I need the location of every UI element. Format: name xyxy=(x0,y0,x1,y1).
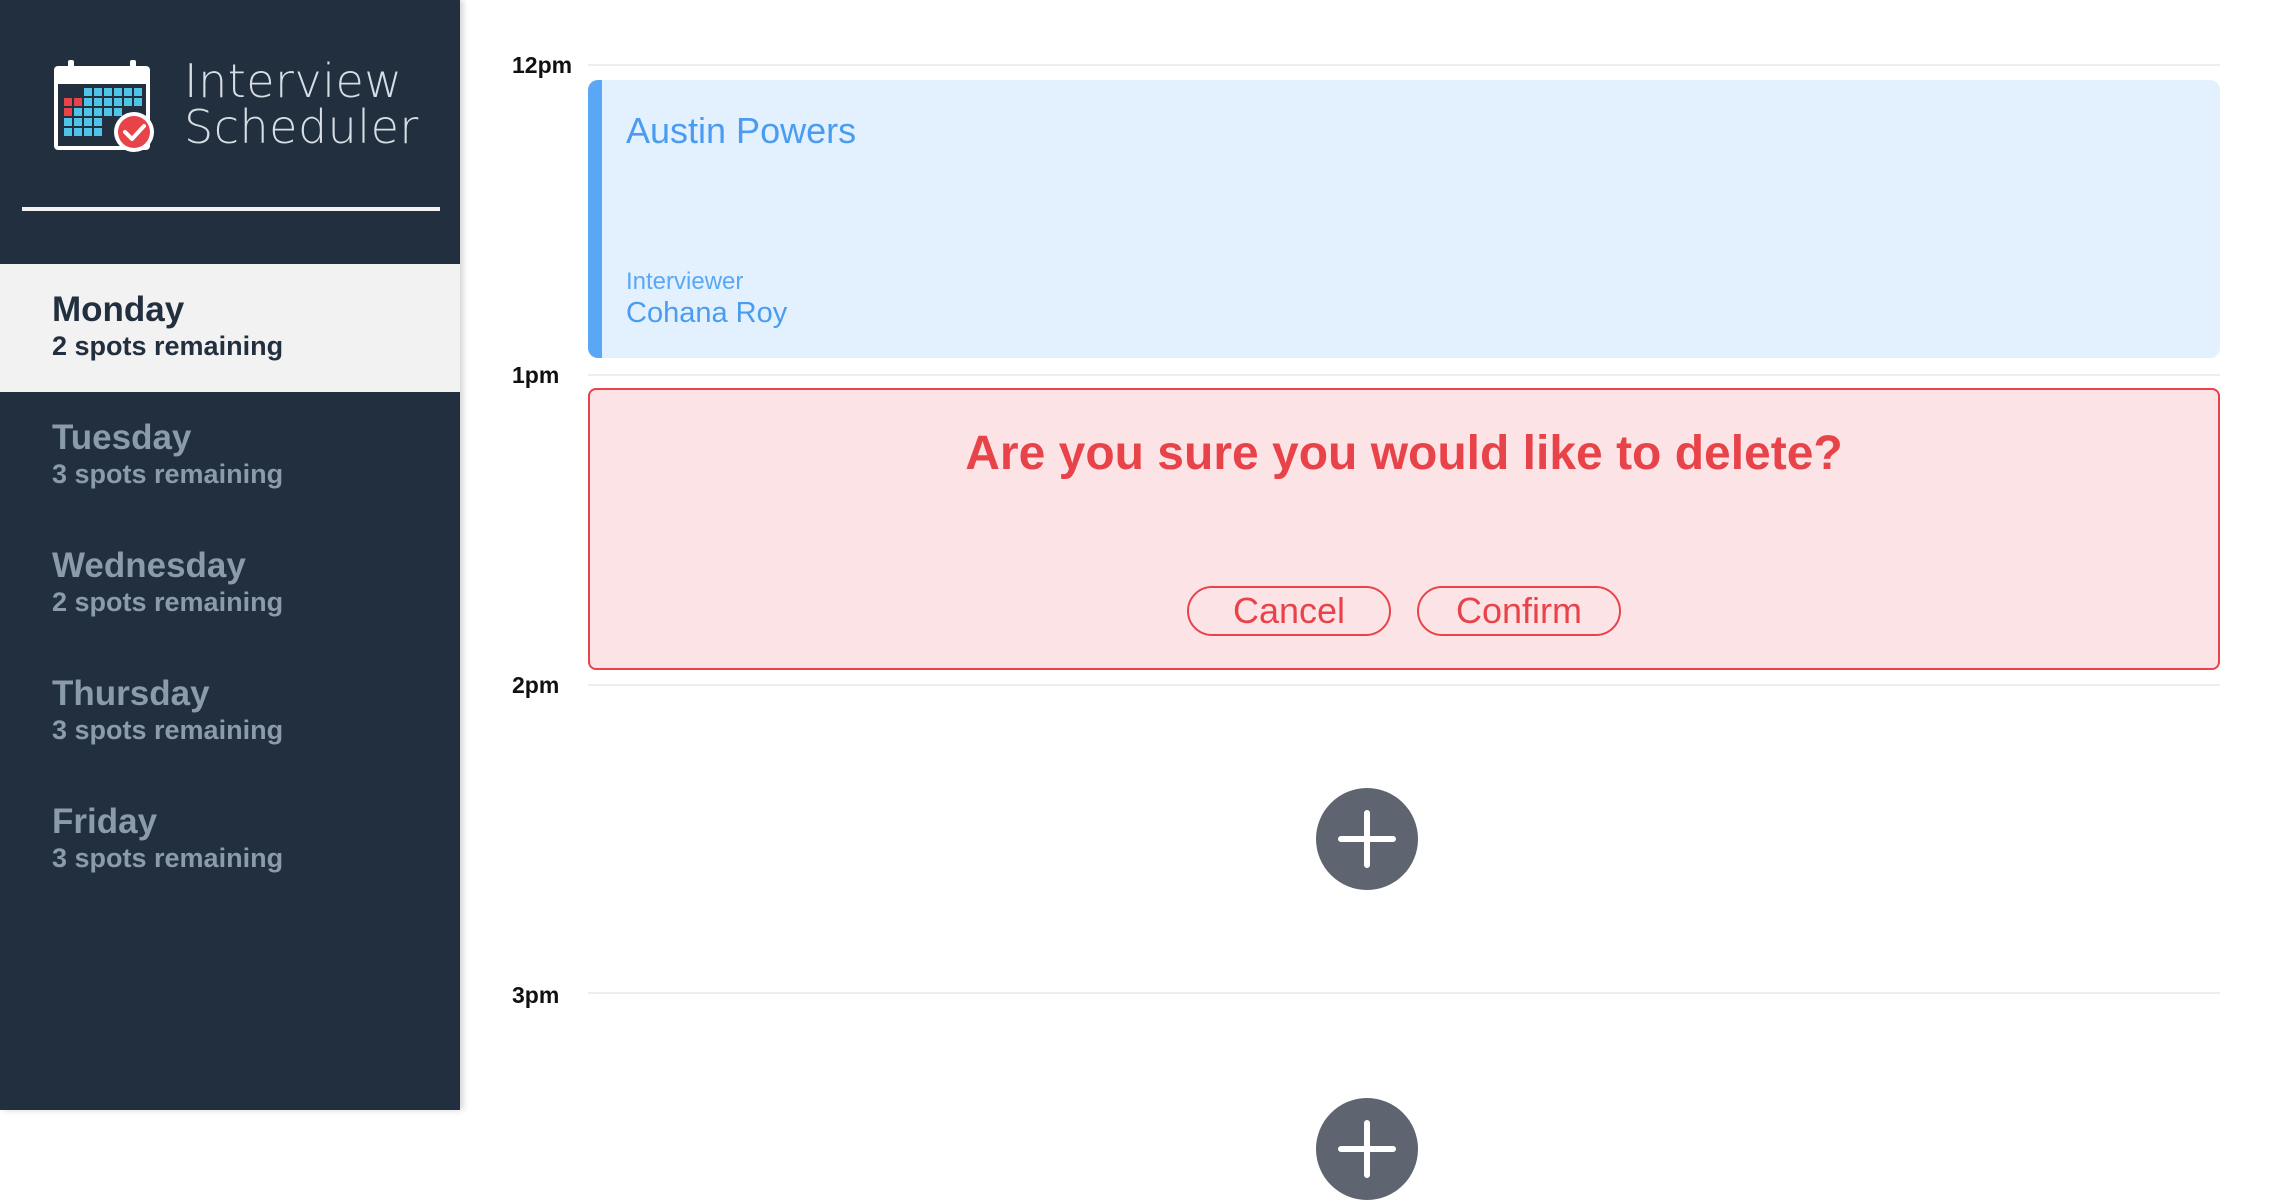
interviewer-label: Interviewer xyxy=(626,268,744,295)
hour-divider xyxy=(588,374,2220,376)
calendar-check-icon xyxy=(54,60,154,152)
day-item-thursday[interactable]: Thursday 3 spots remaining xyxy=(0,648,460,776)
day-item-wednesday[interactable]: Wednesday 2 spots remaining xyxy=(0,520,460,648)
plus-icon xyxy=(1338,1120,1396,1178)
day-name: Thursday xyxy=(52,674,210,713)
brand-title-line1: Interview xyxy=(184,54,403,108)
confirm-button[interactable]: Confirm xyxy=(1417,586,1621,636)
day-spots: 3 spots remaining xyxy=(52,715,284,745)
day-name: Monday xyxy=(52,290,185,329)
add-appointment-button[interactable] xyxy=(1316,1098,1418,1200)
hour-label-1pm: 1pm xyxy=(512,362,560,388)
brand-title-line2: Scheduler xyxy=(184,100,419,154)
day-spots: 3 spots remaining xyxy=(52,843,284,873)
confirm-actions: Cancel Confirm xyxy=(590,586,2218,636)
confirm-message: Are you sure you would like to delete? xyxy=(965,427,1843,480)
student-name: Austin Powers xyxy=(626,110,857,151)
day-item-monday[interactable]: Monday 2 spots remaining xyxy=(0,264,460,392)
add-appointment-button[interactable] xyxy=(1316,788,1418,890)
day-list: Monday 2 spots remaining Tuesday 3 spots… xyxy=(0,264,460,904)
hour-divider xyxy=(588,684,2220,686)
delete-confirmation: Are you sure you would like to delete? C… xyxy=(588,388,2220,670)
day-spots: 2 spots remaining xyxy=(52,331,284,361)
day-item-tuesday[interactable]: Tuesday 3 spots remaining xyxy=(0,392,460,520)
plus-icon xyxy=(1338,810,1396,868)
day-name: Friday xyxy=(52,802,158,841)
hour-label-3pm: 3pm xyxy=(512,982,560,1008)
hour-divider xyxy=(588,64,2220,66)
sidebar-divider xyxy=(22,207,440,211)
schedule: 12pm Austin Powers Interviewer Cohana Ro… xyxy=(460,0,2272,1200)
cancel-button[interactable]: Cancel xyxy=(1187,586,1391,636)
day-name: Tuesday xyxy=(52,418,192,457)
hour-divider xyxy=(588,992,2220,994)
hour-label-2pm: 2pm xyxy=(512,672,560,698)
day-spots: 2 spots remaining xyxy=(52,587,284,617)
brand-title: Interview Scheduler xyxy=(184,58,419,150)
appointment-card[interactable]: Austin Powers Interviewer Cohana Roy xyxy=(588,80,2220,358)
interviewer-name: Cohana Roy xyxy=(626,297,788,329)
hour-label-12pm: 12pm xyxy=(512,52,573,78)
sidebar: Interview Scheduler Monday 2 spots remai… xyxy=(0,0,460,1110)
brand: Interview Scheduler xyxy=(52,58,432,158)
interviewer-block: Interviewer Cohana Roy xyxy=(626,268,787,330)
day-spots: 3 spots remaining xyxy=(52,459,284,489)
day-name: Wednesday xyxy=(52,546,246,585)
day-item-friday[interactable]: Friday 3 spots remaining xyxy=(0,776,460,904)
